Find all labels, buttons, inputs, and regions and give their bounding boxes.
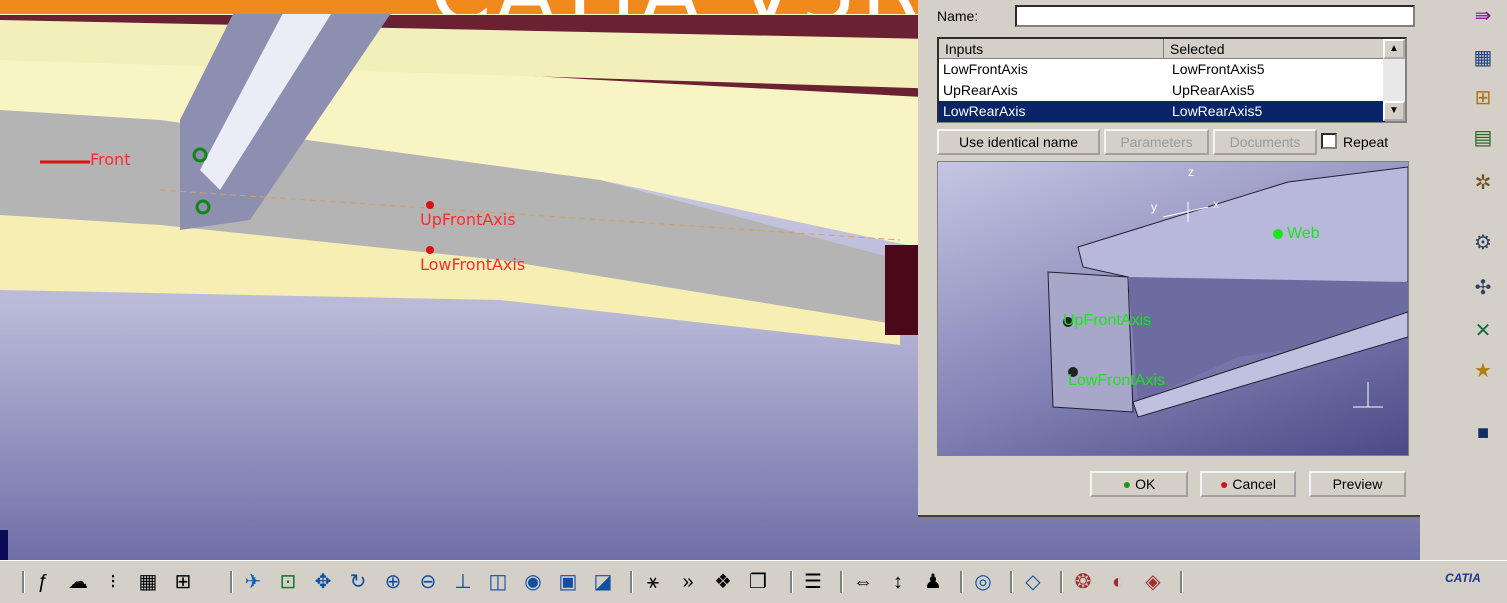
measure-between-icon[interactable]: ⇔ bbox=[850, 569, 876, 595]
catalog-browser-icon[interactable]: ❖ bbox=[710, 569, 736, 595]
row-selected: LowRearAxis5 bbox=[1172, 103, 1263, 119]
parameter-icon[interactable]: ⁝ bbox=[100, 569, 126, 595]
annotation-lowfrontaxis: LowFrontAxis bbox=[420, 255, 526, 274]
table-row[interactable]: UpRearAxis UpRearAxis5 bbox=[939, 80, 1385, 101]
instantiate-dialog: Name: Inputs Selected LowFrontAxis LowFr… bbox=[918, 0, 1425, 517]
axis-label-x: x bbox=[1213, 197, 1219, 211]
tree-expand-icon[interactable]: ⊞ bbox=[170, 569, 196, 595]
repeat-label: Repeat bbox=[1343, 134, 1389, 150]
zoom-in-icon[interactable]: ⊕ bbox=[380, 569, 406, 595]
annotation-upfrontaxis: UpFrontAxis bbox=[420, 210, 516, 229]
right-toolbar: ⇛ ▦ ⊞ ▤ ✲ ⚙ ✣ ✕ ★ ■ bbox=[1420, 0, 1507, 560]
axis-label-y: y bbox=[1151, 200, 1157, 214]
preview-label-web: Web bbox=[1273, 225, 1320, 243]
inputs-table[interactable]: Inputs Selected LowFrontAxis LowFrontAxi… bbox=[937, 37, 1407, 123]
preview-scene bbox=[1047, 166, 1408, 418]
table-row[interactable]: LowFrontAxis LowFrontAxis5 bbox=[939, 59, 1385, 80]
ok-label: OK bbox=[1135, 476, 1156, 492]
left-edge bbox=[0, 530, 8, 560]
row-input: LowFrontAxis bbox=[943, 61, 1028, 77]
table-icon[interactable]: ▦ bbox=[135, 569, 161, 595]
iso-view-icon[interactable]: ◫ bbox=[485, 569, 511, 595]
hide-show-icon[interactable]: ▣ bbox=[555, 569, 581, 595]
star-tool-icon[interactable]: ★ bbox=[1470, 358, 1496, 384]
web-point-icon bbox=[1273, 228, 1283, 239]
insert-icon[interactable]: ⇛ bbox=[1470, 3, 1496, 29]
upfront-point bbox=[426, 201, 434, 209]
preview-end-plate bbox=[1047, 271, 1134, 413]
annotation-front: Front bbox=[90, 150, 131, 169]
table-row-selected[interactable]: LowRearAxis LowRearAxis5 bbox=[939, 101, 1385, 122]
cancel-label: Cancel bbox=[1232, 476, 1276, 492]
solid-icon[interactable]: ■ bbox=[1470, 420, 1496, 446]
preview-window: Web UpFrontAxis LowFrontAxis z y x bbox=[937, 161, 1409, 456]
catalog-icon[interactable]: ▤ bbox=[1470, 125, 1496, 151]
tree-icon[interactable]: ⊞ bbox=[1470, 85, 1496, 111]
lowfront-point bbox=[426, 246, 434, 254]
repeat-checkbox[interactable] bbox=[1321, 133, 1337, 149]
zoom-out-icon[interactable]: ⊖ bbox=[415, 569, 441, 595]
table-header-inputs[interactable]: Inputs bbox=[939, 39, 1164, 59]
rotate-icon[interactable]: ↻ bbox=[345, 569, 371, 595]
preview-label-lowfrontaxis: LowFrontAxis bbox=[1068, 372, 1165, 389]
name-label: Name: bbox=[937, 8, 979, 24]
cancel-icon: ● bbox=[1220, 476, 1229, 492]
normal-view-icon[interactable]: ⊥ bbox=[450, 569, 476, 595]
sketcher-icon[interactable]: ◇ bbox=[1020, 569, 1046, 595]
name-field[interactable] bbox=[1015, 5, 1415, 27]
measure-item-icon[interactable]: ↕ bbox=[885, 569, 911, 595]
row-selected: LowFrontAxis5 bbox=[1172, 61, 1265, 77]
knowledge-icon[interactable]: ✲ bbox=[1470, 170, 1496, 196]
next-icon[interactable]: » bbox=[675, 569, 701, 595]
bottom-toolbar: ƒ ☁ ⁝ ▦ ⊞ ✈ ⊡ ✥ ↻ ⊕ ⊖ ⊥ ◫ ◉ ▣ ◪ ⚹ » ❖ ❐ … bbox=[0, 560, 1507, 603]
row-selected: UpRearAxis5 bbox=[1172, 82, 1255, 98]
table-header-selected[interactable]: Selected bbox=[1164, 39, 1385, 59]
row-input: LowRearAxis bbox=[943, 103, 1026, 119]
shading-icon[interactable]: ◉ bbox=[520, 569, 546, 595]
table-scrollbar[interactable]: ▲ ▼ bbox=[1383, 39, 1405, 121]
stack-icon[interactable]: ☰ bbox=[800, 569, 826, 595]
row-input: UpRearAxis bbox=[943, 82, 1018, 98]
comment-icon[interactable]: ☁ bbox=[65, 569, 91, 595]
snap-icon[interactable]: ⚹ bbox=[640, 569, 666, 595]
swap-space-icon[interactable]: ◪ bbox=[590, 569, 616, 595]
ok-button[interactable]: ● OK bbox=[1090, 471, 1188, 497]
preview-button[interactable]: Preview bbox=[1309, 471, 1406, 497]
cross-icon[interactable]: ✕ bbox=[1470, 318, 1496, 344]
analysis-icon[interactable]: ◈ bbox=[1140, 569, 1166, 595]
parameters-button[interactable]: Parameters bbox=[1104, 129, 1209, 155]
use-identical-name-button[interactable]: Use identical name bbox=[937, 129, 1100, 155]
documents-button[interactable]: Documents bbox=[1213, 129, 1317, 155]
refresh-icon[interactable]: ◎ bbox=[970, 569, 996, 595]
catia-logo-icon: CATIA bbox=[1445, 571, 1481, 585]
cancel-button[interactable]: ● Cancel bbox=[1200, 471, 1296, 497]
preview-label-upfrontaxis: UpFrontAxis bbox=[1063, 312, 1152, 329]
ok-icon: ● bbox=[1122, 476, 1132, 492]
scroll-up-icon[interactable]: ▲ bbox=[1383, 39, 1405, 59]
axis-label-z: z bbox=[1188, 165, 1194, 179]
render-icon[interactable]: ◐ bbox=[1105, 569, 1131, 595]
text-table-icon[interactable]: ▦ bbox=[1470, 45, 1496, 71]
transform-icon[interactable]: ✣ bbox=[1470, 275, 1496, 301]
preview-web-text: Web bbox=[1287, 225, 1320, 242]
apply-material-icon[interactable]: ❂ bbox=[1070, 569, 1096, 595]
measure-icon[interactable]: ⚙ bbox=[1470, 230, 1496, 256]
pan-icon[interactable]: ✥ bbox=[310, 569, 336, 595]
scroll-down-icon[interactable]: ▼ bbox=[1383, 101, 1405, 121]
catia-logo-text: CATIA bbox=[1445, 571, 1481, 585]
fly-mode-icon[interactable]: ✈ bbox=[240, 569, 266, 595]
fit-all-icon[interactable]: ⊡ bbox=[275, 569, 301, 595]
formula-icon[interactable]: ƒ bbox=[30, 569, 56, 595]
mass-icon[interactable]: ♟ bbox=[920, 569, 946, 595]
catalog-icon[interactable]: ❐ bbox=[745, 569, 771, 595]
